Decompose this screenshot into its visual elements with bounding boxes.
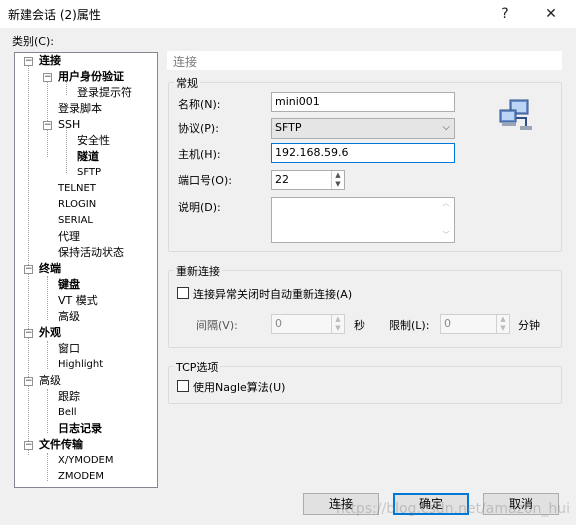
collapse-toggle-icon[interactable]: − bbox=[24, 377, 33, 386]
minutes-unit-label: 分钟 bbox=[518, 319, 540, 332]
tree-item-tunnel[interactable]: 隧道 bbox=[77, 149, 99, 164]
interval-value: 0 bbox=[275, 317, 282, 330]
name-field[interactable]: mini001 bbox=[271, 92, 455, 112]
description-scrollbar[interactable]: ︿ ﹀ bbox=[438, 198, 454, 242]
reconnect-group-label: 重新连接 bbox=[174, 263, 222, 279]
collapse-toggle-icon[interactable]: − bbox=[24, 57, 33, 66]
name-label: 名称(N): bbox=[178, 98, 221, 111]
tree-item-xymodem[interactable]: X/YMODEM bbox=[58, 453, 113, 468]
tree-item-sftp[interactable]: SFTP bbox=[77, 165, 101, 180]
general-group-label: 常规 bbox=[174, 75, 200, 91]
interval-label: 间隔(V): bbox=[196, 319, 238, 332]
help-button[interactable]: ? bbox=[490, 2, 520, 26]
limit-field[interactable]: 0 ▲ ▼ bbox=[440, 314, 510, 334]
tree-item-login-prompts[interactable]: 登录提示符 bbox=[77, 85, 132, 100]
collapse-toggle-icon[interactable]: − bbox=[24, 441, 33, 450]
tree-item-zmodem[interactable]: ZMODEM bbox=[58, 469, 104, 484]
tree-item-auth[interactable]: 用户身份验证 bbox=[58, 69, 124, 84]
auto-reconnect-label: 连接异常关闭时自动重新连接(A) bbox=[193, 288, 353, 301]
tree-item-telnet[interactable]: TELNET bbox=[58, 181, 96, 196]
collapse-toggle-icon[interactable]: − bbox=[43, 73, 52, 82]
tree-item-keyboard[interactable]: 键盘 bbox=[58, 277, 80, 292]
reconnect-group bbox=[168, 270, 562, 348]
window-title: 新建会话 (2)属性 bbox=[8, 8, 101, 22]
tree-item-ssh[interactable]: SSH bbox=[58, 117, 80, 132]
protocol-select[interactable]: SFTP ⌵ bbox=[271, 118, 455, 139]
limit-value: 0 bbox=[444, 317, 451, 330]
interval-field[interactable]: 0 ▲ ▼ bbox=[271, 314, 345, 334]
auto-reconnect-checkbox[interactable] bbox=[177, 287, 189, 299]
limit-spinner[interactable]: ▲ ▼ bbox=[496, 315, 509, 333]
interval-spinner[interactable]: ▲ ▼ bbox=[331, 315, 344, 333]
panel-header: 连接 bbox=[167, 51, 562, 70]
tree-item-advanced[interactable]: 高级 bbox=[39, 373, 61, 388]
title-bar: 新建会话 (2)属性 ? ✕ bbox=[0, 0, 576, 28]
tree-item-appearance[interactable]: 外观 bbox=[39, 325, 61, 340]
port-spinner[interactable]: ▲ ▼ bbox=[331, 171, 344, 189]
category-tree[interactable]: − 连接 − 用户身份验证 登录提示符 登录脚本 − SSH 安全性 隧道 SF… bbox=[14, 52, 158, 488]
seconds-unit-label: 秒 bbox=[354, 319, 365, 332]
port-label: 端口号(O): bbox=[178, 174, 232, 187]
tree-item-serial[interactable]: SERIAL bbox=[58, 213, 93, 228]
close-button[interactable]: ✕ bbox=[536, 2, 566, 26]
port-field[interactable]: 22 ▲ ▼ bbox=[271, 170, 345, 190]
nagle-label: 使用Nagle算法(U) bbox=[193, 381, 286, 394]
tree-item-file-transfer[interactable]: 文件传输 bbox=[39, 437, 83, 452]
tree-item-term-advanced[interactable]: 高级 bbox=[58, 309, 80, 324]
collapse-toggle-icon[interactable]: − bbox=[43, 121, 52, 130]
watermark: https://blog.csdn.net/amazon_hui bbox=[336, 501, 570, 517]
tree-item-bell[interactable]: Bell bbox=[58, 405, 77, 420]
chevron-down-icon: ⌵ bbox=[442, 122, 450, 133]
tree-item-trace[interactable]: 跟踪 bbox=[58, 389, 80, 404]
host-label: 主机(H): bbox=[178, 148, 221, 161]
tree-item-security[interactable]: 安全性 bbox=[77, 133, 110, 148]
tree-item-proxy[interactable]: 代理 bbox=[58, 229, 80, 244]
panel-title: 连接 bbox=[173, 55, 198, 69]
collapse-toggle-icon[interactable]: − bbox=[24, 265, 33, 274]
description-label: 说明(D): bbox=[178, 201, 221, 214]
tcp-group-label: TCP选项 bbox=[174, 359, 221, 375]
limit-label: 限制(L): bbox=[389, 319, 430, 332]
nagle-checkbox[interactable] bbox=[177, 380, 189, 392]
tree-item-rlogin[interactable]: RLOGIN bbox=[58, 197, 96, 212]
tree-item-window[interactable]: 窗口 bbox=[58, 341, 80, 356]
tree-item-terminal[interactable]: 终端 bbox=[39, 261, 61, 276]
category-label: 类别(C): bbox=[12, 35, 54, 48]
tree-item-keepalive[interactable]: 保持活动状态 bbox=[58, 245, 124, 260]
tree-item-logging[interactable]: 日志记录 bbox=[58, 421, 102, 436]
tree-item-login-scripts[interactable]: 登录脚本 bbox=[58, 101, 102, 116]
collapse-toggle-icon[interactable]: − bbox=[24, 329, 33, 338]
tree-item-highlight[interactable]: Highlight bbox=[58, 357, 103, 372]
protocol-label: 协议(P): bbox=[178, 122, 219, 135]
host-field[interactable]: 192.168.59.6 bbox=[271, 143, 455, 163]
network-computers-icon bbox=[498, 98, 534, 132]
tree-item-vt-mode[interactable]: VT 模式 bbox=[58, 293, 98, 308]
tree-item-connection[interactable]: 连接 bbox=[39, 53, 61, 68]
port-value: 22 bbox=[275, 173, 289, 186]
description-field[interactable]: ︿ ﹀ bbox=[271, 197, 455, 243]
protocol-value: SFTP bbox=[275, 121, 302, 134]
